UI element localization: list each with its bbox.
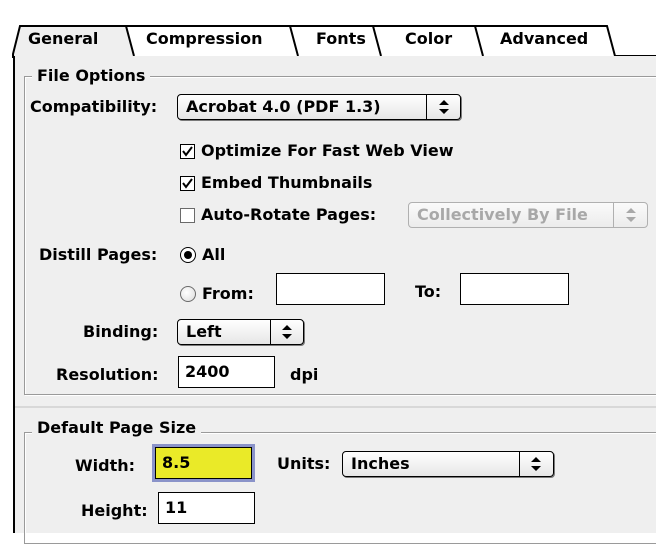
binding-popup[interactable]: Left	[177, 319, 304, 345]
file-options-group	[24, 76, 656, 395]
units-label: Units:	[277, 454, 331, 473]
binding-value: Left	[186, 322, 222, 341]
height-field[interactable]: 11	[158, 492, 255, 524]
tab-panel-general: File Options Compatibility: Acrobat 4.0 …	[13, 56, 656, 544]
checkmark-icon	[182, 178, 193, 189]
file-options-title: File Options	[32, 67, 151, 85]
binding-label: Binding:	[83, 322, 159, 341]
tab-color[interactable]: Color	[405, 25, 452, 53]
distill-all-radio[interactable]	[180, 247, 196, 263]
units-popup[interactable]: Inches	[342, 451, 554, 477]
resolution-field[interactable]: 2400	[178, 356, 275, 388]
distill-from-label[interactable]: From:	[202, 284, 254, 304]
autorotate-checkbox[interactable]	[180, 208, 195, 223]
autorotate-label[interactable]: Auto-Rotate Pages:	[201, 205, 376, 225]
compatibility-popup[interactable]: Acrobat 4.0 (PDF 1.3)	[177, 94, 461, 120]
compatibility-label: Compatibility:	[30, 97, 158, 116]
compatibility-value: Acrobat 4.0 (PDF 1.3)	[186, 97, 381, 116]
distill-all-label[interactable]: All	[202, 245, 225, 265]
height-label: Height:	[81, 501, 148, 520]
up-down-arrows-icon	[271, 320, 303, 344]
up-down-arrows-icon	[615, 203, 647, 227]
tab-fonts[interactable]: Fonts	[316, 25, 366, 53]
distill-from-radio[interactable]	[180, 286, 196, 302]
to-label: To:	[415, 282, 442, 301]
page-size-group	[24, 432, 656, 544]
distill-pages-label: Distill Pages:	[39, 245, 158, 264]
page-size-title: Default Page Size	[32, 419, 202, 437]
tab-general[interactable]: General	[28, 25, 98, 53]
tab-compression[interactable]: Compression	[146, 25, 263, 53]
tab-advanced[interactable]: Advanced	[500, 25, 588, 53]
section-divider	[15, 406, 656, 408]
autorotate-value: Collectively By File	[417, 205, 588, 224]
from-page-field[interactable]	[276, 273, 385, 305]
units-value: Inches	[351, 454, 410, 473]
autorotate-popup[interactable]: Collectively By File	[408, 202, 648, 228]
resolution-unit: dpi	[290, 365, 319, 384]
thumbnails-checkbox[interactable]	[180, 176, 195, 191]
optimize-label[interactable]: Optimize For Fast Web View	[201, 141, 454, 161]
up-down-arrows-icon	[520, 452, 552, 476]
checkmark-icon	[182, 146, 193, 157]
up-down-arrows-icon	[428, 95, 460, 119]
resolution-label: Resolution:	[56, 365, 159, 384]
width-field[interactable]: 8.5	[152, 444, 255, 482]
thumbnails-label[interactable]: Embed Thumbnails	[201, 173, 372, 193]
width-label: Width:	[75, 456, 136, 475]
to-page-field[interactable]	[460, 273, 569, 305]
optimize-checkbox[interactable]	[180, 144, 195, 159]
